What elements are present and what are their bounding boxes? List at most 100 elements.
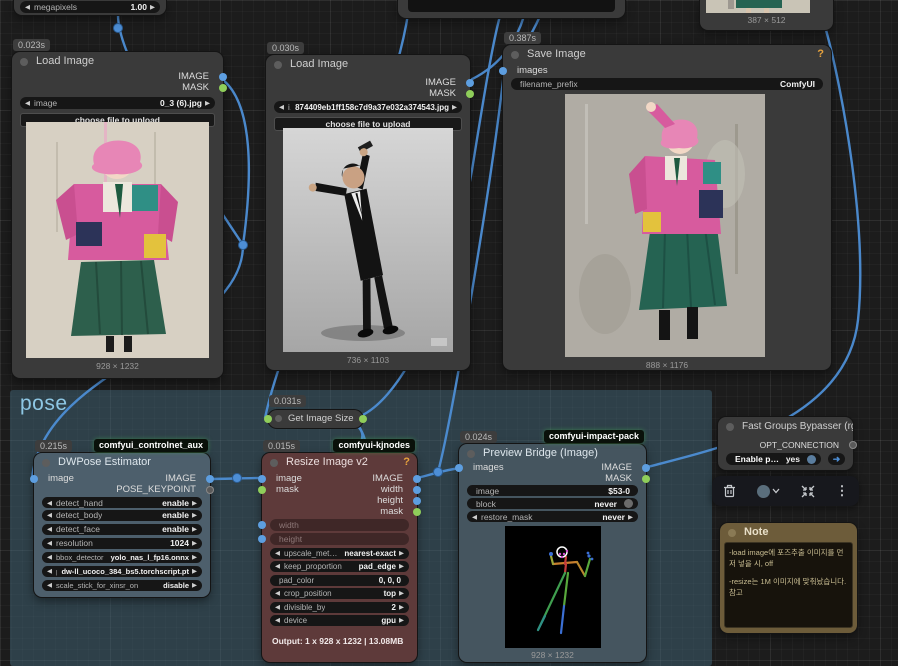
node-load-image-2[interactable]: 0.030s Load Image IMAGE MASK ◀ image 874…: [266, 55, 470, 370]
next-arrow-icon[interactable]: ▶: [399, 589, 404, 597]
output-slot-mask[interactable]: MASK: [459, 473, 646, 485]
note-text[interactable]: -load image에 포즈추출 이미지를 먼저 넣을 시, off -res…: [724, 542, 853, 628]
collapse-dot-icon[interactable]: [275, 415, 282, 422]
widget-image-file[interactable]: ◀ image 874409eb1ff158c7d9a37e032a374543…: [274, 101, 462, 113]
widget-detect-hand[interactable]: ◀detect_handenable▶: [42, 497, 202, 508]
output-dot-mask[interactable]: [413, 508, 421, 516]
node-dwpose-estimator[interactable]: 0.215s comfyui_controlnet_aux DWPose Est…: [34, 453, 210, 597]
node-partial-top-middle[interactable]: [398, 0, 625, 18]
next-arrow-icon[interactable]: ▶: [192, 511, 197, 519]
prev-arrow-icon[interactable]: ◀: [47, 499, 52, 507]
output-dot-pose-keypoint[interactable]: [206, 486, 214, 494]
node-preview-bridge[interactable]: 0.024s comfyui-impact-pack Preview Bridg…: [459, 444, 646, 662]
output-dot-mask[interactable]: [642, 475, 650, 483]
collapse-dot-icon[interactable]: [511, 51, 519, 59]
next-arrow-icon[interactable]: ▶: [192, 539, 197, 547]
next-arrow-icon[interactable]: ▶: [399, 562, 404, 570]
output-dot-image[interactable]: [413, 475, 421, 483]
collapse-dot-icon[interactable]: [270, 459, 278, 467]
color-picker-button[interactable]: [757, 485, 780, 498]
output-dot-image[interactable]: [206, 475, 214, 483]
prev-arrow-icon[interactable]: ◀: [472, 513, 477, 521]
node-title[interactable]: Save Image: [503, 45, 831, 64]
node-partial-top-right[interactable]: 387 × 512: [700, 0, 833, 30]
prev-arrow-icon[interactable]: ◀: [275, 616, 280, 624]
widget-image-file[interactable]: ◀ image 0_3 (6).jpg ▶: [20, 97, 215, 109]
node-title[interactable]: Fast Groups Bypasser (rgt...: [718, 417, 853, 436]
prev-arrow-icon[interactable]: ◀: [47, 511, 52, 519]
widget-input-height[interactable]: height: [270, 533, 409, 545]
node-title[interactable]: Load Image: [266, 55, 470, 74]
widget-device[interactable]: ◀devicegpu▶: [270, 615, 409, 626]
prev-arrow-icon[interactable]: ◀: [47, 581, 52, 589]
node-title[interactable]: DWPose Estimator: [34, 453, 210, 472]
enable-pose-toggle[interactable]: [807, 455, 816, 464]
output-dot-width[interactable]: [413, 486, 421, 494]
widget-crop-position[interactable]: ◀crop_positiontop▶: [270, 588, 409, 599]
prev-arrow-icon[interactable]: ◀: [275, 562, 280, 570]
next-arrow-icon[interactable]: ▶: [192, 581, 197, 589]
decrement-arrow-icon[interactable]: ◀: [25, 3, 30, 11]
output-dot-opt-connection[interactable]: [849, 441, 857, 449]
output-slot-pose-keypoint[interactable]: POSE_KEYPOINT: [34, 484, 210, 496]
next-arrow-icon[interactable]: ▶: [192, 525, 197, 533]
collapse-nodes-button[interactable]: [801, 485, 815, 498]
next-arrow-icon[interactable]: ▶: [399, 603, 404, 611]
next-arrow-icon[interactable]: ▶: [192, 567, 197, 575]
prev-arrow-icon[interactable]: ◀: [275, 603, 280, 611]
help-icon[interactable]: ?: [403, 456, 410, 468]
prev-arrow-icon[interactable]: ◀: [47, 539, 52, 547]
next-file-arrow-icon[interactable]: ▶: [452, 103, 457, 111]
widget-block[interactable]: blocknever: [467, 498, 638, 509]
next-arrow-icon[interactable]: ▶: [628, 513, 633, 521]
widget-input-width[interactable]: width: [270, 519, 409, 531]
prev-arrow-icon[interactable]: ◀: [275, 549, 280, 557]
node-megapixels-partial[interactable]: ◀ megapixels 1.00 ▶: [14, 0, 166, 15]
collapse-dot-icon[interactable]: [274, 61, 282, 69]
help-icon[interactable]: ?: [817, 48, 824, 60]
widget-divisible-by[interactable]: ◀divisible_by2▶: [270, 602, 409, 613]
node-get-image-size[interactable]: 0.031s Get Image Size: [268, 410, 363, 428]
selection-toolbar[interactable]: ⋮: [712, 476, 859, 506]
widget-keep-proportion[interactable]: ◀keep_proportionpad_edge▶: [270, 561, 409, 572]
collapse-dot-icon[interactable]: [42, 459, 50, 467]
output-slot-mask[interactable]: MASK: [12, 82, 223, 94]
widget-enable-pose[interactable]: Enable pose yes: [726, 453, 821, 465]
prev-arrow-icon[interactable]: ◀: [47, 567, 52, 575]
widget-input-dot-width[interactable]: [258, 521, 266, 529]
output-slot-mask[interactable]: mask: [262, 506, 417, 518]
widget-restore-mask[interactable]: ◀restore_masknever▶: [467, 511, 638, 522]
widget-input-dot-height[interactable]: [258, 535, 266, 543]
node-title[interactable]: Load Image: [12, 52, 223, 71]
output-slot-opt-connection[interactable]: OPT_CONNECTION: [718, 439, 853, 451]
widget-pose-estimator[interactable]: ◀pos...dw-ll_ucoco_384_bs5.torchscript.p…: [42, 566, 202, 577]
goto-group-arrow-icon[interactable]: ➜: [828, 453, 845, 465]
collapse-dot-icon[interactable]: [726, 423, 734, 431]
collapse-dot-icon[interactable]: [728, 529, 736, 537]
next-arrow-icon[interactable]: ▶: [399, 549, 404, 557]
node-resize-image-v2[interactable]: 0.015s comfyui-kjnodes Resize Image v2 ?…: [262, 453, 417, 662]
prev-arrow-icon[interactable]: ◀: [47, 525, 52, 533]
node-title[interactable]: Preview Bridge (Image): [459, 444, 646, 463]
next-file-arrow-icon[interactable]: ▶: [205, 99, 210, 107]
prev-file-arrow-icon[interactable]: ◀: [279, 103, 284, 111]
node-fast-groups-bypasser[interactable]: Fast Groups Bypasser (rgt... OPT_CONNECT…: [718, 417, 853, 470]
next-arrow-icon[interactable]: ▶: [192, 499, 197, 507]
input-slot-images[interactable]: images: [503, 65, 831, 77]
collapse-dot-icon[interactable]: [467, 450, 475, 458]
collapse-dot-icon[interactable]: [20, 58, 28, 66]
input-dot-images[interactable]: [499, 67, 507, 75]
widget-megapixels[interactable]: ◀ megapixels 1.00 ▶: [20, 1, 160, 13]
node-load-image-1[interactable]: 0.023s Load Image IMAGE MASK ◀ image 0_3…: [12, 52, 223, 378]
prev-arrow-icon[interactable]: ◀: [275, 589, 280, 597]
widget-bbox-detector[interactable]: ◀bbox_detectoryolo_nas_l_fp16.onnx▶: [42, 552, 202, 563]
widget-image-id[interactable]: image$53-0: [467, 485, 638, 496]
output-slot-mask[interactable]: MASK: [266, 88, 470, 100]
prev-arrow-icon[interactable]: ◀: [47, 553, 52, 561]
more-options-button[interactable]: ⋮: [836, 483, 849, 499]
widget-resolution[interactable]: ◀resolution1024▶: [42, 538, 202, 549]
node-title[interactable]: Note: [720, 523, 857, 542]
widget-filename-prefix[interactable]: filename_prefix ComfyUI: [511, 78, 823, 90]
output-dot-mask[interactable]: [466, 90, 474, 98]
next-arrow-icon[interactable]: ▶: [399, 616, 404, 624]
